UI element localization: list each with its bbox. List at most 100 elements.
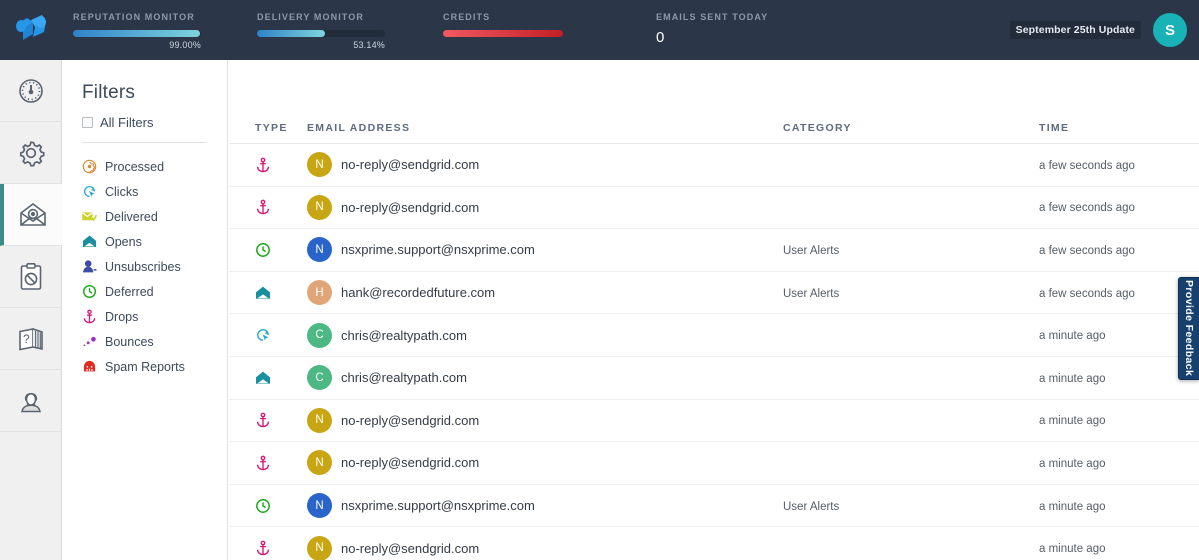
email-address[interactable]: no-reply@sendgrid.com <box>341 413 479 428</box>
table-row[interactable]: Cchris@realtypath.coma minute ago <box>229 314 1199 357</box>
avatar[interactable]: S <box>1153 13 1187 47</box>
email-address[interactable]: hank@recordedfuture.com <box>341 285 495 300</box>
email-address[interactable]: no-reply@sendgrid.com <box>341 455 479 470</box>
email-address[interactable]: chris@realtypath.com <box>341 328 467 343</box>
sidebar-item-support[interactable] <box>0 370 62 432</box>
time-label: a few seconds ago <box>1039 160 1135 172</box>
filters-panel: Filters All Filters ProcessedClicksDeliv… <box>62 60 228 560</box>
avatar: H <box>307 280 332 305</box>
column-header-time[interactable]: TIME <box>1039 122 1189 134</box>
avatar: N <box>307 152 332 177</box>
filter-item-label: Opens <box>105 235 142 249</box>
email-eye-icon <box>18 202 48 228</box>
deferred-clock-icon <box>255 242 271 258</box>
table-row[interactable]: Nno-reply@sendgrid.com a few seconds ago <box>229 144 1199 187</box>
email-address[interactable]: no-reply@sendgrid.com <box>341 157 479 172</box>
cell-email: Nno-reply@sendgrid.com <box>307 408 783 433</box>
filter-item-bounces[interactable]: Bounces <box>82 329 227 354</box>
cell-category: User Alerts <box>783 497 1039 515</box>
delivery-progress-track <box>257 30 385 37</box>
click-cursor-icon <box>82 184 97 199</box>
column-header-category[interactable]: CATEGORY <box>783 122 1039 134</box>
sidebar-item-activity[interactable] <box>0 184 62 246</box>
provide-feedback-tab[interactable]: Provide Feedback <box>1178 277 1199 380</box>
reputation-progress-fill <box>73 30 200 37</box>
filter-item-label: Unsubscribes <box>105 260 181 274</box>
time-label: a few seconds ago <box>1039 288 1135 300</box>
opens-envelope-icon <box>255 285 271 301</box>
filter-item-label: Processed <box>105 160 164 174</box>
cell-time: a few seconds ago <box>1039 241 1189 259</box>
time-label: a minute ago <box>1039 330 1106 342</box>
cell-type <box>229 199 307 215</box>
drops-anchor-icon <box>82 309 97 324</box>
sidebar-item-help[interactable]: ? <box>0 308 62 370</box>
filter-item-delivered[interactable]: Delivered <box>82 204 227 229</box>
sidebar-item-dashboard[interactable] <box>0 60 62 122</box>
top-header-bar: REPUTATION MONITOR 99.00% DELIVERY MONIT… <box>0 0 1199 60</box>
drops-anchor-icon <box>255 157 271 173</box>
question-book-icon: ? <box>17 325 45 353</box>
gauge-icon <box>17 77 45 105</box>
email-address[interactable]: no-reply@sendgrid.com <box>341 200 479 215</box>
reputation-progress-track <box>73 30 201 37</box>
email-address[interactable]: no-reply@sendgrid.com <box>341 541 479 556</box>
metric-reputation-monitor: REPUTATION MONITOR 99.00% <box>73 12 201 50</box>
sidebar-item-settings[interactable] <box>0 122 62 184</box>
cell-type <box>229 455 307 471</box>
cell-type <box>229 327 307 343</box>
all-filters-checkbox[interactable] <box>82 117 93 128</box>
all-filters-checkbox-row[interactable]: All Filters <box>82 115 227 130</box>
cell-type <box>229 242 307 258</box>
delivery-percent-label: 53.14% <box>257 40 385 50</box>
cell-type <box>229 157 307 173</box>
spam-report-icon <box>82 359 97 374</box>
email-address[interactable]: nsxprime.support@nsxprime.com <box>341 242 535 257</box>
email-address[interactable]: chris@realtypath.com <box>341 370 467 385</box>
cell-time: a few seconds ago <box>1039 284 1189 302</box>
filter-list: Processed ClicksDelivered Opens Unsubscribe… <box>82 154 227 379</box>
table-row[interactable]: Nno-reply@sendgrid.coma few seconds ago <box>229 187 1199 230</box>
metric-delivery-monitor: DELIVERY MONITOR 53.14% <box>257 12 385 50</box>
cell-email: Nnsxprime.support@nsxprime.com <box>307 237 783 262</box>
table-row[interactable]: Nnsxprime.support@nsxprime.comUser Alert… <box>229 229 1199 272</box>
cell-time: a minute ago <box>1039 411 1189 429</box>
column-header-email[interactable]: EMAIL ADDRESS <box>307 122 783 134</box>
filter-item-deferred[interactable]: Deferred <box>82 279 227 304</box>
cell-category: User Alerts <box>783 284 1039 302</box>
table-row[interactable]: Nno-reply@sendgrid.coma minute ago <box>229 442 1199 485</box>
table-row[interactable]: Cchris@realtypath.coma minute ago <box>229 357 1199 400</box>
sidebar-item-suppressions[interactable] <box>0 246 62 308</box>
table-row[interactable]: Hhank@recordedfuture.com User Alertsa few… <box>229 272 1199 315</box>
update-badge[interactable]: September 25th Update <box>1010 21 1141 39</box>
avatar: N <box>307 408 332 433</box>
filter-item-spam-reports[interactable]: Spam Reports <box>82 354 227 379</box>
emails-sent-value: 0 <box>656 29 768 46</box>
time-label: a minute ago <box>1039 501 1106 513</box>
sendgrid-logo-icon[interactable] <box>0 0 62 60</box>
processed-gear-icon <box>82 159 97 174</box>
table-row[interactable]: Nnsxprime.support@nsxprime.comUser Alert… <box>229 485 1199 528</box>
filter-item-drops[interactable]: Drops <box>82 304 227 329</box>
avatar: N <box>307 237 332 262</box>
table-row[interactable]: Nno-reply@sendgrid.coma minute ago <box>229 527 1199 560</box>
filter-item-label: Deferred <box>105 285 154 299</box>
cell-category: User Alerts <box>783 241 1039 259</box>
filter-item-clicks[interactable]: Clicks <box>82 179 227 204</box>
column-header-type[interactable]: TYPE <box>229 122 307 134</box>
email-address[interactable]: nsxprime.support@nsxprime.com <box>341 498 535 513</box>
icon-rail-sidebar: ? <box>0 60 62 560</box>
drops-anchor-icon <box>255 412 271 428</box>
filter-item-processed[interactable]: Processed <box>82 154 227 179</box>
cell-email: Nno-reply@sendgrid.com <box>307 195 783 220</box>
filter-item-unsubscribes[interactable]: Unsubscribes <box>82 254 227 279</box>
divider <box>82 142 207 143</box>
bounces-dots-icon <box>82 334 97 349</box>
time-label: a minute ago <box>1039 458 1106 470</box>
filter-item-label: Bounces <box>105 335 154 349</box>
table-row[interactable]: Nno-reply@sendgrid.com a minute ago <box>229 400 1199 443</box>
cell-time: a few seconds ago <box>1039 156 1189 174</box>
category-label: User Alerts <box>783 501 839 513</box>
filter-item-opens[interactable]: Opens <box>82 229 227 254</box>
svg-text:?: ? <box>23 332 30 346</box>
